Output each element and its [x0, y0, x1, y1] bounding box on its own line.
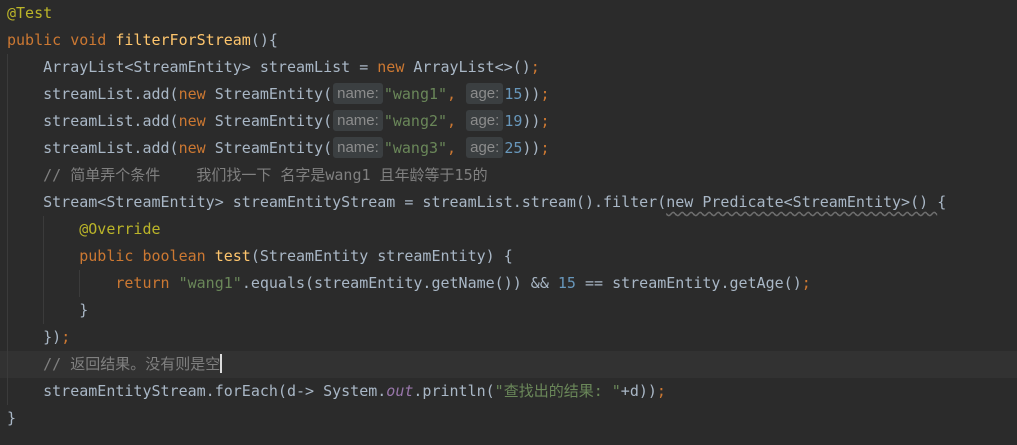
code-token: } — [7, 301, 89, 319]
code-token: StreamEntity( — [214, 85, 333, 103]
code-token: } — [7, 409, 17, 427]
code-line[interactable]: public void filterForStream(){ — [0, 27, 1017, 54]
keyword-token: , — [447, 112, 466, 130]
code-token: StreamEntity( — [214, 139, 333, 157]
parameter-hint: name: — [333, 83, 383, 104]
keyword-token: , — [447, 139, 466, 157]
keyword-token: void — [70, 31, 116, 49]
string-literal: "wang1" — [383, 85, 448, 103]
keyword-token: ; — [540, 85, 550, 103]
indent-guide — [79, 270, 80, 297]
code-line[interactable]: }); — [0, 324, 1017, 351]
static-field-token: out — [386, 382, 414, 400]
string-literal: "wang1" — [178, 274, 242, 292]
keyword-token: ; — [61, 328, 71, 346]
keyword-token: ; — [656, 382, 666, 400]
keyword-token: new — [178, 85, 215, 103]
code-line[interactable]: // 简单弄个条件 我们找一下 名字是wang1 且年龄等于15的 — [0, 162, 1017, 189]
keyword-token: public — [7, 247, 143, 265]
code-line[interactable]: @Test — [0, 0, 1017, 27]
keyword-token: ; — [540, 112, 550, 130]
code-token: Stream<StreamEntity> streamEntityStream … — [7, 193, 667, 211]
code-token: ArrayList<>() — [413, 58, 531, 76]
code-token: ArrayList<StreamEntity> streamList = — [7, 58, 378, 76]
code-comment: // 简单弄个条件 我们找一下 名字是wang1 且年龄等于15的 — [7, 166, 488, 184]
parameter-hint: name: — [333, 110, 383, 131]
string-literal: "查找出的结果: " — [494, 382, 621, 400]
code-token: }) — [7, 328, 62, 346]
string-literal: "wang3" — [383, 139, 448, 157]
code-line[interactable]: streamList.add(new StreamEntity(name: "wa… — [0, 135, 1017, 162]
indent-guide — [43, 216, 44, 324]
keyword-token: ; — [801, 274, 811, 292]
keyword-token: boolean — [142, 247, 215, 265]
code-token: streamList.add( — [7, 139, 179, 157]
code-editor[interactable]: @Test public void filterForStream(){ Arr… — [0, 0, 1017, 445]
code-token: streamList.add( — [7, 112, 179, 130]
number-literal: 15 — [504, 85, 523, 103]
keyword-token: new — [178, 139, 215, 157]
code-token: StreamEntity( — [214, 112, 333, 130]
keyword-token: new — [377, 58, 414, 76]
parameter-hint: age: — [466, 137, 504, 158]
parameter-hint: name: — [333, 137, 383, 158]
code-line[interactable]: streamEntityStream.forEach(d-> System.ou… — [0, 378, 1017, 405]
keyword-token: , — [447, 85, 466, 103]
code-line[interactable]: streamList.add(new StreamEntity(name: "wa… — [0, 108, 1017, 135]
method-name-token: test — [214, 247, 251, 265]
code-line[interactable]: ArrayList<StreamEntity> streamList = new… — [0, 54, 1017, 81]
code-token: streamList.add( — [7, 85, 179, 103]
code-line[interactable]: } — [0, 297, 1017, 324]
keyword-token: new — [178, 112, 215, 130]
code-token: (){ — [250, 31, 278, 49]
code-line[interactable]: Stream<StreamEntity> streamEntityStream … — [0, 189, 1017, 216]
method-name-token: filterForStream — [115, 31, 251, 49]
code-token: == streamEntity.getAge() — [584, 274, 802, 292]
annotation-token: @Override — [7, 220, 161, 238]
anonymous-class-warning: new Predicate<StreamEntity>() — [666, 193, 938, 211]
text-caret — [220, 354, 223, 373]
code-token: (StreamEntity streamEntity) { — [250, 247, 513, 265]
parameter-hint: age: — [466, 110, 504, 131]
keyword-token: public — [7, 31, 71, 49]
string-literal: "wang2" — [383, 112, 448, 130]
code-line[interactable]: return "wang1".equals(streamEntity.getNa… — [0, 270, 1017, 297]
annotation-token: @Test — [7, 4, 53, 22]
number-literal: 25 — [504, 139, 523, 157]
number-literal: 19 — [504, 112, 523, 130]
code-token: streamEntityStream.forEach(d-> System. — [7, 382, 387, 400]
code-token: )) — [522, 112, 541, 130]
keyword-token: return — [7, 274, 179, 292]
number-literal: 15 — [557, 274, 585, 292]
code-comment: // 返回结果。没有则是空 — [7, 355, 221, 373]
code-line[interactable]: @Override — [0, 216, 1017, 243]
code-token: .equals(streamEntity.getName()) && — [241, 274, 558, 292]
code-token: )) — [522, 85, 541, 103]
code-line[interactable]: public boolean test(StreamEntity streamE… — [0, 243, 1017, 270]
code-token: .println( — [413, 382, 495, 400]
current-code-line[interactable]: // 返回结果。没有则是空 — [0, 351, 1017, 378]
keyword-token: ; — [540, 139, 550, 157]
code-token: )) — [522, 139, 541, 157]
code-line[interactable]: streamList.add(new StreamEntity(name: "wa… — [0, 81, 1017, 108]
code-token: { — [937, 193, 947, 211]
parameter-hint: age: — [466, 83, 504, 104]
keyword-token: ; — [530, 58, 540, 76]
indent-guide — [7, 54, 8, 405]
code-token: +d)) — [620, 382, 657, 400]
code-line[interactable]: } — [0, 405, 1017, 432]
